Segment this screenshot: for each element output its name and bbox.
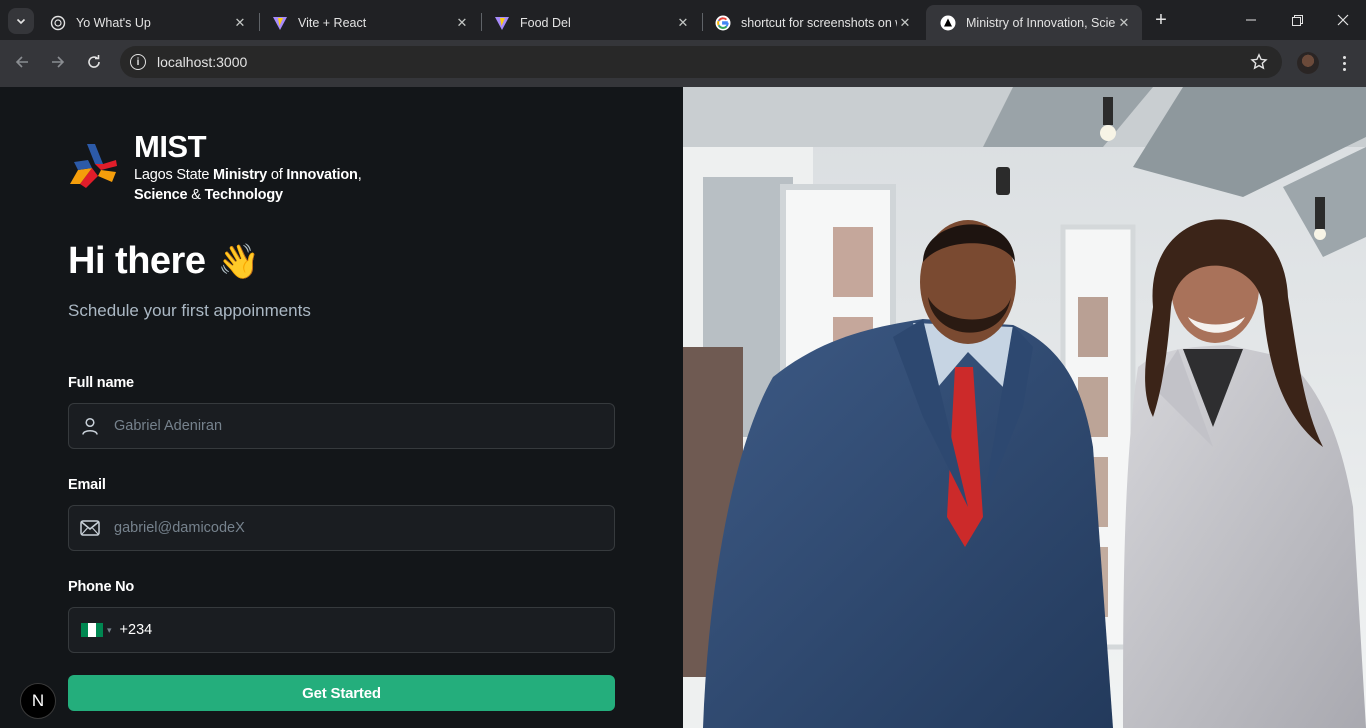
profile-avatar[interactable] xyxy=(1297,52,1319,74)
nextjs-dev-badge[interactable]: N xyxy=(20,683,56,719)
close-tab-icon[interactable]: ✕ xyxy=(454,15,470,31)
tab-vite-react[interactable]: Vite + React ✕ xyxy=(258,5,480,40)
full-name-field[interactable] xyxy=(68,403,615,449)
chevron-down-icon[interactable]: ▾ xyxy=(107,625,112,636)
brand-text: of xyxy=(267,167,287,183)
mail-icon xyxy=(79,517,101,539)
close-window-button[interactable] xyxy=(1320,0,1366,40)
brand-text: & xyxy=(187,187,205,203)
minimize-button[interactable] xyxy=(1228,0,1274,40)
user-icon xyxy=(79,415,101,437)
get-started-button[interactable]: Get Started xyxy=(68,675,615,711)
email-field[interactable] xyxy=(68,505,615,551)
vite-icon xyxy=(272,15,288,31)
email-label: Email xyxy=(68,477,106,493)
page-content: MIST Lagos State Ministry of Innovation,… xyxy=(0,87,1366,728)
tab-title: Yo What's Up xyxy=(76,15,151,30)
restore-button[interactable] xyxy=(1274,0,1320,40)
tab-search-button[interactable] xyxy=(8,8,34,34)
back-button[interactable] xyxy=(8,48,36,76)
close-tab-icon[interactable]: ✕ xyxy=(897,15,913,31)
brand-subtitle: Lagos State Ministry of Innovation, Scie… xyxy=(134,165,362,205)
reload-icon xyxy=(88,55,100,68)
full-name-input[interactable] xyxy=(114,418,594,434)
phone-field[interactable]: ▾ +234 xyxy=(68,607,615,653)
tab-title: Ministry of Innovation, Scien xyxy=(966,15,1116,30)
close-icon xyxy=(1337,14,1349,26)
minimize-icon xyxy=(1246,19,1256,21)
arrow-right-icon xyxy=(52,56,65,68)
arrow-left-icon xyxy=(15,56,28,68)
hero-image xyxy=(683,87,1366,728)
close-tab-icon[interactable]: ✕ xyxy=(675,15,691,31)
restore-icon xyxy=(1291,14,1303,26)
tab-title: Food Del xyxy=(520,15,571,30)
tab-title: shortcut for screenshots on w xyxy=(741,15,897,30)
address-url[interactable]: localhost:3000 xyxy=(157,54,247,70)
mist-logo-icon xyxy=(70,144,117,188)
brand-text-bold: Innovation xyxy=(286,167,358,183)
tab-food-del[interactable]: Food Del ✕ xyxy=(480,5,701,40)
page-title: Hi there 👋 xyxy=(68,240,260,283)
nigeria-flag-icon[interactable] xyxy=(81,623,103,637)
forward-button[interactable] xyxy=(44,48,72,76)
page-subtitle: Schedule your first appoinments xyxy=(68,301,311,320)
browser-chrome: Yo What's Up ✕ Vite + React ✕ Food Del ✕… xyxy=(0,0,1366,87)
waving-hand-icon: 👋 xyxy=(217,242,260,281)
tab-title: Vite + React xyxy=(298,15,367,30)
phone-label: Phone No xyxy=(68,579,135,595)
tab-ministry-active[interactable]: Ministry of Innovation, Scien ✕ xyxy=(926,5,1142,40)
brand-name: MIST xyxy=(134,129,207,164)
brand-text: Lagos State xyxy=(134,167,214,183)
phone-input[interactable]: +234 xyxy=(120,622,153,638)
close-tab-icon[interactable]: ✕ xyxy=(232,15,248,31)
new-tab-button[interactable]: + xyxy=(1150,10,1172,32)
brand-text-bold: Technology xyxy=(204,187,283,203)
browser-menu-icon[interactable] xyxy=(1334,52,1354,74)
openai-icon xyxy=(50,15,66,31)
chevron-down-icon xyxy=(16,18,26,25)
nextjs-icon xyxy=(940,15,956,31)
full-name-label: Full name xyxy=(68,375,134,391)
tab-shortcut-search[interactable]: shortcut for screenshots on w ✕ xyxy=(701,5,923,40)
close-tab-icon[interactable]: ✕ xyxy=(1116,15,1132,31)
address-bar[interactable]: i localhost:3000 xyxy=(120,46,1282,78)
google-icon xyxy=(715,15,731,31)
reload-button[interactable] xyxy=(80,48,108,76)
browser-toolbar: i localhost:3000 xyxy=(0,40,1366,87)
form-panel: MIST Lagos State Ministry of Innovation,… xyxy=(0,87,683,728)
site-info-icon[interactable]: i xyxy=(130,54,146,70)
business-people-photo xyxy=(683,87,1366,728)
tab-yo-whats-up[interactable]: Yo What's Up ✕ xyxy=(36,5,258,40)
brand-text-bold: Ministry xyxy=(213,167,268,183)
tab-strip: Yo What's Up ✕ Vite + React ✕ Food Del ✕… xyxy=(0,0,1366,40)
greeting-text: Hi there xyxy=(68,240,206,282)
vite-icon xyxy=(494,15,510,31)
bookmark-star-icon[interactable] xyxy=(1250,53,1268,71)
brand-text-bold: Science xyxy=(134,187,188,203)
email-input[interactable] xyxy=(114,520,594,536)
brand-text: , xyxy=(357,167,362,183)
